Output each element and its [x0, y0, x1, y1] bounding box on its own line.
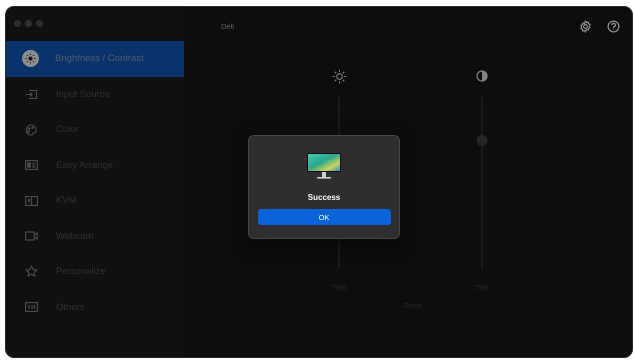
monitor-icon	[306, 152, 342, 186]
ok-button[interactable]: OK	[257, 209, 391, 225]
success-dialog: Success OK	[248, 135, 400, 239]
dialog-message: Success	[307, 193, 341, 202]
